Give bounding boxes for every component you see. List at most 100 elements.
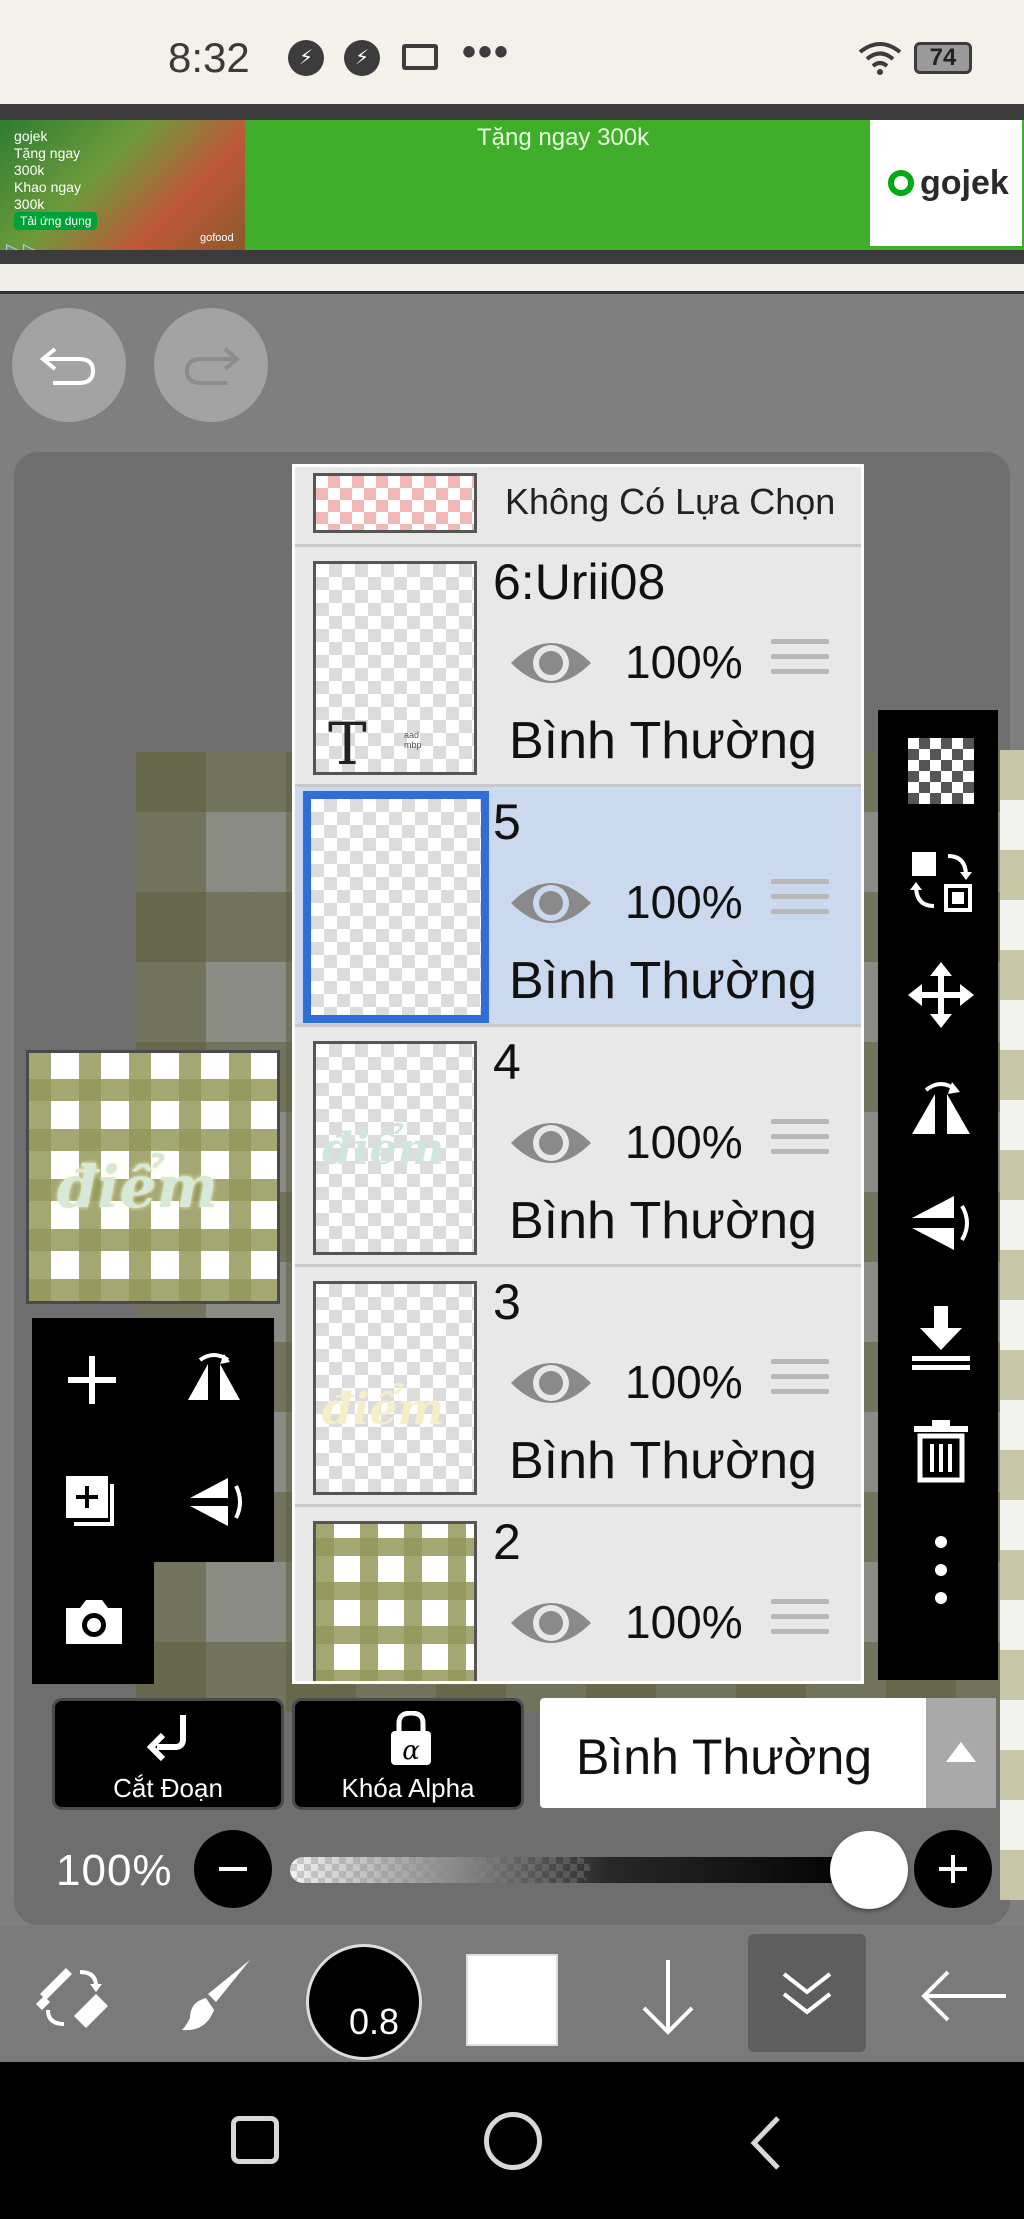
move-layer-down-button[interactable] — [606, 1926, 726, 2062]
messenger-icon: ⚡ — [288, 40, 324, 76]
trash-icon — [914, 1420, 968, 1483]
alpha-lock-button[interactable]: α Khóa Alpha — [292, 1698, 524, 1810]
opacity-decrease-button[interactable] — [194, 1830, 272, 1908]
triangle-up-icon — [946, 1742, 976, 1762]
selection-layer-row[interactable]: Không Có Lựa Chọn — [295, 467, 861, 547]
layer-name: 5 — [493, 794, 521, 850]
layer-row[interactable]: điểm 3 100% Bình Thường — [295, 1267, 861, 1507]
layer-thumbnail — [303, 791, 489, 1023]
back-button[interactable] — [898, 1926, 1018, 2062]
flip-horizontal-icon — [912, 1082, 970, 1134]
layer-blend-mode: Bình Thường — [509, 1192, 817, 1250]
visibility-eye-icon[interactable] — [509, 631, 593, 695]
layers-panel[interactable]: Không Có Lựa Chọn T aad mbp 6:Urii08 100… — [292, 464, 864, 1684]
redo-button[interactable] — [154, 308, 268, 422]
layer-opacity: 100% — [625, 1356, 743, 1408]
brush-eraser-switch-icon — [36, 1968, 108, 2028]
layers-list[interactable]: Không Có Lựa Chọn T aad mbp 6:Urii08 100… — [295, 467, 861, 1681]
drag-handle-icon[interactable] — [771, 1599, 829, 1649]
transparency-button[interactable] — [878, 710, 998, 824]
canvas-preview-thumbnail[interactable]: điểm — [26, 1050, 280, 1304]
layer-name: 4 — [493, 1034, 521, 1090]
selection-thumbnail — [313, 473, 477, 533]
drag-handle-icon[interactable] — [771, 639, 829, 689]
blend-mode-value: Bình Thường — [576, 1729, 873, 1785]
drag-handle-icon[interactable] — [771, 879, 829, 929]
flip-layer-horizontal-button[interactable] — [164, 1330, 264, 1430]
ad-image-text: gojek Tặng ngay 300k Khao ngay 300k — [14, 128, 81, 212]
layer-thumbnail: T aad mbp — [313, 561, 477, 778]
flip-vertical-button[interactable] — [878, 1166, 998, 1280]
swap-layers-icon — [910, 852, 972, 912]
layer-blend-mode: Bình Thường — [509, 1432, 817, 1490]
layers-tab-button[interactable] — [748, 1934, 866, 2052]
layer-row-selected[interactable]: 5 100% Bình Thường — [295, 787, 861, 1027]
ad-brand-name: gojek — [920, 164, 1009, 202]
messenger-icon: ⚡ — [344, 40, 380, 76]
drag-handle-icon[interactable] — [771, 1359, 829, 1409]
system-back-button[interactable] — [748, 2114, 784, 2172]
add-layer-button[interactable] — [42, 1330, 142, 1430]
import-photo-button[interactable] — [42, 1572, 142, 1672]
layer-swap-button[interactable] — [878, 824, 998, 938]
delete-layer-button[interactable] — [878, 1394, 998, 1508]
brush-size-button[interactable]: 0.8 — [306, 1944, 422, 2060]
status-bar: 8:32 ⚡ ⚡ ••• 74 — [0, 0, 1024, 104]
canvas-edge — [1000, 750, 1024, 1900]
brush-icon — [182, 1960, 250, 2031]
camera-tool-panel — [32, 1562, 154, 1684]
visibility-eye-icon[interactable] — [509, 1111, 593, 1175]
undo-button[interactable] — [12, 308, 126, 422]
ad-image-footer: gofood — [200, 232, 234, 244]
ad-image-button: Tải ứng dụng — [14, 212, 98, 230]
plus-icon — [68, 1356, 116, 1404]
flip-horizontal-button[interactable] — [878, 1052, 998, 1166]
layer-thumbnail-word: điểm — [322, 1384, 445, 1435]
alpha-lock-label: Khóa Alpha — [341, 1773, 475, 1803]
layer-row[interactable]: 2 100% — [295, 1507, 861, 1681]
undo-icon — [39, 347, 96, 385]
minus-icon — [219, 1867, 247, 1871]
layer-thumbnail: điểm — [313, 1041, 477, 1255]
more-options-button[interactable] — [878, 1508, 998, 1622]
system-nav-bar — [0, 2062, 1024, 2219]
visibility-eye-icon[interactable] — [509, 1351, 593, 1415]
clipping-button[interactable]: Cắt Đoạn — [52, 1698, 284, 1810]
home-button[interactable] — [484, 2112, 542, 2170]
recent-apps-button[interactable] — [231, 2116, 279, 2164]
layer-tools-panel — [32, 1318, 274, 1562]
layer-row[interactable]: T aad mbp 6:Urii08 100% Bình Thường — [295, 547, 861, 787]
opacity-increase-button[interactable] — [914, 1830, 992, 1908]
visibility-eye-icon[interactable] — [509, 871, 593, 935]
clipping-label: Cắt Đoạn — [113, 1773, 223, 1803]
move-icon — [908, 962, 974, 1028]
layer-opacity: 100% — [625, 876, 743, 928]
ad-image[interactable]: gojek Tặng ngay 300k Khao ngay 300k Tải … — [0, 120, 245, 250]
move-button[interactable] — [878, 938, 998, 1052]
ad-choices-icon[interactable]: ▷▷ — [6, 238, 40, 250]
blend-mode-dropdown-button[interactable] — [926, 1698, 996, 1808]
visibility-eye-icon[interactable] — [509, 1591, 593, 1655]
camera-icon — [66, 1600, 122, 1644]
text-layer-icon: T — [328, 710, 367, 778]
merge-down-button[interactable] — [878, 1280, 998, 1394]
drag-handle-icon[interactable] — [771, 1119, 829, 1169]
duplicate-layer-button[interactable] — [42, 1452, 142, 1552]
ad-text[interactable]: Tặng ngay 300k — [477, 124, 649, 152]
flip-horizontal-icon — [188, 1353, 240, 1400]
opacity-value: 100% — [56, 1846, 173, 1895]
ad-brand-logo[interactable]: gojek — [870, 120, 1022, 246]
clipping-arrow-icon — [147, 1715, 186, 1762]
tool-switch-button[interactable] — [10, 1926, 130, 2062]
layer-opacity: 100% — [625, 636, 743, 688]
arrow-left-icon — [921, 1970, 1006, 2022]
brush-tool-button[interactable] — [156, 1926, 276, 2062]
flip-vertical-icon — [912, 1196, 969, 1250]
opacity-slider-thumb[interactable] — [830, 1831, 908, 1909]
blend-mode-select[interactable]: Bình Thường — [540, 1698, 996, 1808]
color-swatch-button[interactable] — [466, 1954, 558, 2046]
flip-layer-vertical-button[interactable] — [164, 1452, 264, 1552]
layer-thumbnail-text: aad mbp — [404, 730, 422, 750]
checkerboard-icon — [908, 738, 974, 804]
layer-row[interactable]: điểm 4 100% Bình Thường — [295, 1027, 861, 1267]
